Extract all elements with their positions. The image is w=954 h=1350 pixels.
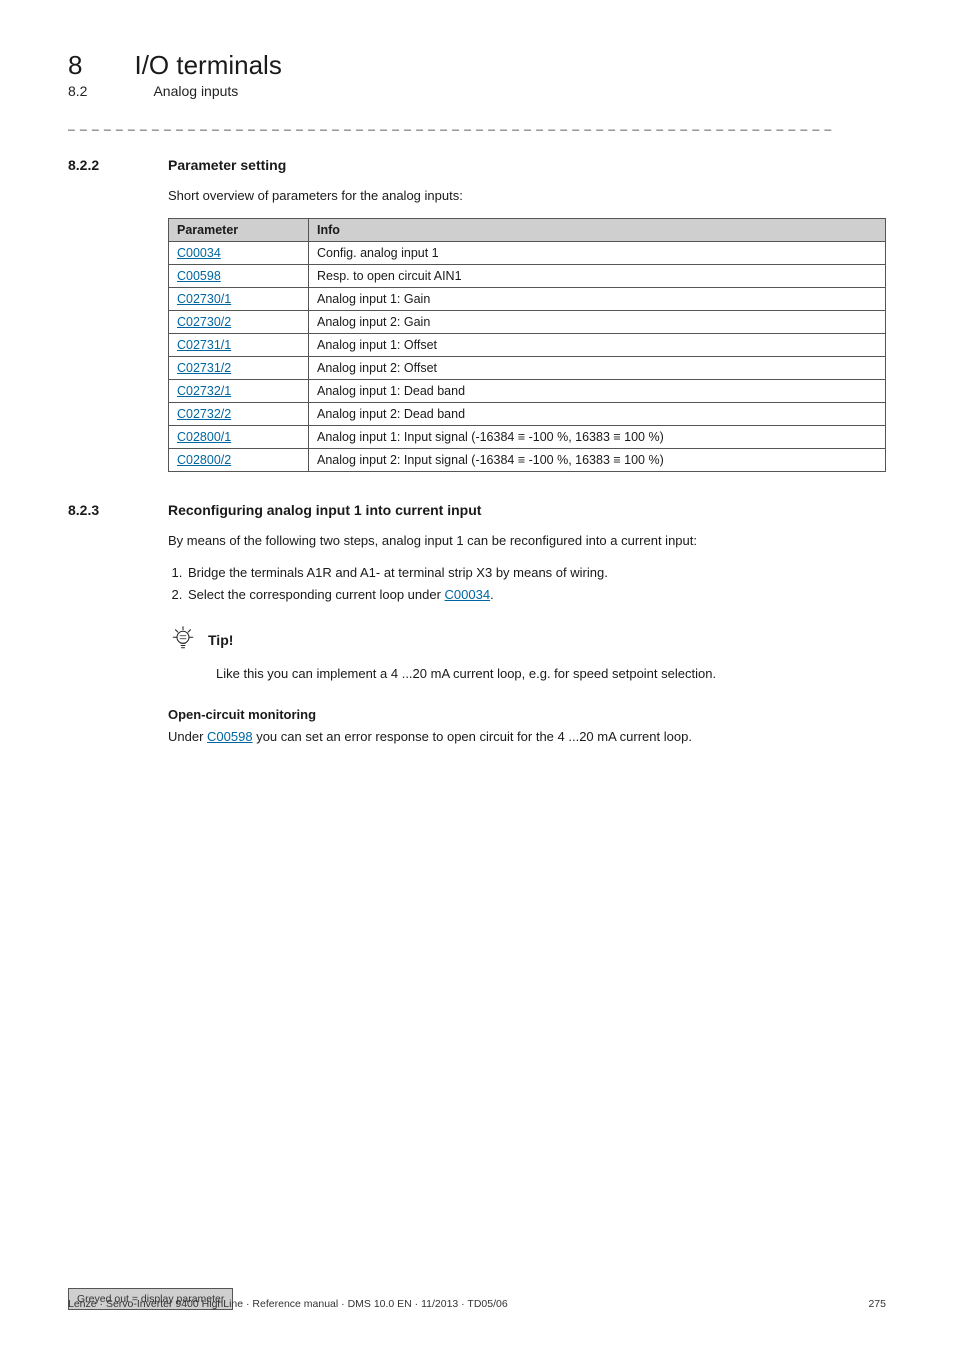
table-header-parameter: Parameter bbox=[169, 218, 309, 241]
footer-left: Lenze · Servo-Inverter 9400 HighLine · R… bbox=[68, 1298, 508, 1310]
steps-list: Bridge the terminals A1R and A1- at term… bbox=[186, 563, 886, 605]
param-link[interactable]: C02731/1 bbox=[169, 333, 309, 356]
param-link[interactable]: C00598 bbox=[169, 264, 309, 287]
open-circuit-paragraph: Under C00598 you can set an error respon… bbox=[168, 728, 886, 747]
table-row: C02731/1Analog input 1: Offset bbox=[169, 333, 886, 356]
section-number-822: 8.2.2 bbox=[68, 157, 128, 173]
section-823-intro: By means of the following two steps, ana… bbox=[168, 532, 886, 551]
param-info: Config. analog input 1 bbox=[309, 241, 886, 264]
section-number-823: 8.2.3 bbox=[68, 502, 128, 518]
tip-text: Like this you can implement a 4 ...20 mA… bbox=[216, 664, 886, 684]
param-info: Analog input 2: Gain bbox=[309, 310, 886, 333]
param-link[interactable]: C02732/2 bbox=[169, 402, 309, 425]
divider-dashes: _ _ _ _ _ _ _ _ _ _ _ _ _ _ _ _ _ _ _ _ … bbox=[68, 117, 886, 131]
table-row: C02731/2Analog input 2: Offset bbox=[169, 356, 886, 379]
param-info: Analog input 2: Offset bbox=[309, 356, 886, 379]
open-circuit-prefix: Under bbox=[168, 729, 207, 744]
param-link[interactable]: C02800/2 bbox=[169, 448, 309, 471]
param-info: Analog input 1: Gain bbox=[309, 287, 886, 310]
list-item: Select the corresponding current loop un… bbox=[186, 585, 886, 605]
param-link[interactable]: C02730/2 bbox=[169, 310, 309, 333]
param-link[interactable]: C02730/1 bbox=[169, 287, 309, 310]
step-text: Select the corresponding current loop un… bbox=[188, 587, 445, 602]
open-circuit-heading: Open-circuit monitoring bbox=[168, 707, 886, 722]
step2-link[interactable]: C00034 bbox=[445, 587, 491, 602]
param-info: Analog input 1: Input signal (-16384 ≡ -… bbox=[309, 425, 886, 448]
table-row: C02730/2Analog input 2: Gain bbox=[169, 310, 886, 333]
section-title-823: Reconfiguring analog input 1 into curren… bbox=[168, 502, 481, 518]
param-info: Resp. to open circuit AIN1 bbox=[309, 264, 886, 287]
parameter-table: Parameter Info C00034Config. analog inpu… bbox=[168, 218, 886, 472]
param-info: Analog input 2: Input signal (-16384 ≡ -… bbox=[309, 448, 886, 471]
chapter-title: I/O terminals bbox=[134, 50, 281, 81]
param-link[interactable]: C02732/1 bbox=[169, 379, 309, 402]
chapter-number: 8 bbox=[68, 50, 82, 81]
section-title-822: Parameter setting bbox=[168, 157, 286, 173]
list-item: Bridge the terminals A1R and A1- at term… bbox=[186, 563, 886, 583]
table-row: C00034Config. analog input 1 bbox=[169, 241, 886, 264]
param-info: Analog input 1: Dead band bbox=[309, 379, 886, 402]
breadcrumb-title: Analog inputs bbox=[153, 83, 238, 99]
step-text: Bridge the terminals A1R and A1- at term… bbox=[188, 565, 608, 580]
lightbulb-icon bbox=[168, 623, 198, 658]
footer-page-number: 275 bbox=[868, 1298, 886, 1310]
table-row: C02732/1Analog input 1: Dead band bbox=[169, 379, 886, 402]
param-link[interactable]: C02731/2 bbox=[169, 356, 309, 379]
table-row: C02732/2Analog input 2: Dead band bbox=[169, 402, 886, 425]
table-row: C00598Resp. to open circuit AIN1 bbox=[169, 264, 886, 287]
table-header-info: Info bbox=[309, 218, 886, 241]
table-row: C02730/1Analog input 1: Gain bbox=[169, 287, 886, 310]
open-circuit-link[interactable]: C00598 bbox=[207, 729, 253, 744]
param-link[interactable]: C00034 bbox=[169, 241, 309, 264]
section-822-intro: Short overview of parameters for the ana… bbox=[168, 187, 886, 206]
tip-label: Tip! bbox=[208, 632, 233, 648]
table-row: C02800/2Analog input 2: Input signal (-1… bbox=[169, 448, 886, 471]
step2-suffix: . bbox=[490, 587, 494, 602]
table-row: C02800/1Analog input 1: Input signal (-1… bbox=[169, 425, 886, 448]
param-info: Analog input 1: Offset bbox=[309, 333, 886, 356]
param-info: Analog input 2: Dead band bbox=[309, 402, 886, 425]
open-circuit-suffix: you can set an error response to open ci… bbox=[253, 729, 692, 744]
param-link[interactable]: C02800/1 bbox=[169, 425, 309, 448]
breadcrumb-number: 8.2 bbox=[68, 83, 87, 99]
